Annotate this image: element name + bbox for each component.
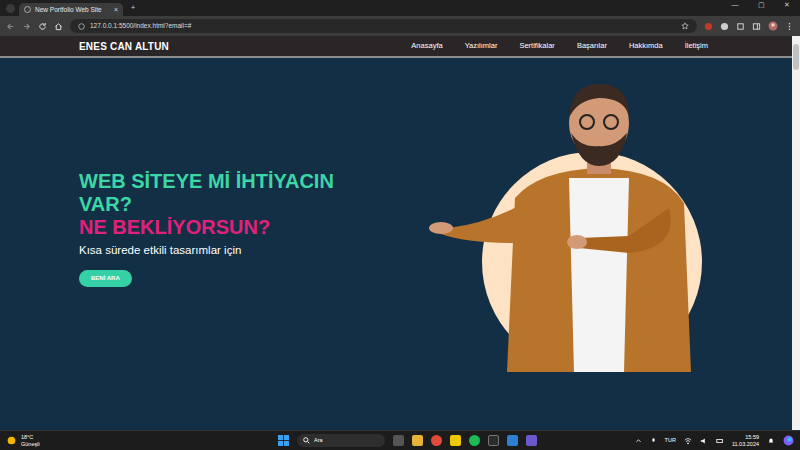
nav-link[interactable]: Yazılımlar (465, 40, 498, 51)
hero-section: WEB SİTEYE Mİ İHTİYACIN VAR? NE BEKLİYOR… (0, 58, 792, 430)
sidepanel-icon[interactable] (752, 22, 761, 31)
clock-date: 11.03.2024 (732, 441, 759, 447)
extension-icon[interactable] (704, 22, 713, 31)
nav-link[interactable]: İletişim (685, 40, 708, 51)
forward-icon[interactable] (22, 22, 31, 31)
hero-highlight: NE BEKLİYORSUN? (79, 216, 419, 239)
battery-icon[interactable] (716, 437, 724, 445)
nav-link[interactable]: Başarılar (577, 40, 607, 51)
windows-icon[interactable] (278, 435, 289, 446)
sun-icon (6, 435, 17, 446)
nav-links: Anasayfa Yazılımlar Sertifikalar Başarılar H… (411, 40, 708, 51)
scroll-thumb[interactable] (793, 44, 799, 70)
search-icon (303, 437, 310, 444)
hero-button[interactable]: BENİ ARA (79, 270, 132, 287)
search-text: Ara (314, 437, 323, 443)
browser-toolbar: 127.0.0.1:5500/index.html?email=# (0, 16, 800, 36)
clock-time: 15:59 (745, 434, 759, 440)
extension-icon[interactable] (720, 22, 729, 31)
new-tab-button[interactable]: + (131, 4, 135, 11)
window-controls: —▢✕ (722, 0, 800, 11)
hero-photo (429, 78, 719, 372)
tab-title: New Portfolio Web Site (35, 5, 110, 15)
profile-icon[interactable] (768, 21, 778, 31)
close-button[interactable]: ✕ (774, 0, 800, 11)
taskview-icon[interactable] (393, 435, 404, 446)
reload-icon[interactable] (38, 22, 47, 31)
taskbar-search[interactable]: Ara (297, 434, 385, 447)
bell-icon[interactable] (767, 437, 775, 445)
tab-strip: New Portfolio Web Site × + —▢✕ (0, 0, 800, 16)
globe-icon (24, 6, 31, 13)
minimize-button[interactable]: — (722, 0, 748, 11)
site-info-icon[interactable] (78, 23, 85, 30)
address-bar[interactable]: 127.0.0.1:5500/index.html?email=# (70, 19, 697, 33)
app-icon[interactable] (526, 435, 537, 446)
nav-link[interactable]: Anasayfa (411, 40, 442, 51)
address-text: 127.0.0.1:5500/index.html?email=# (90, 21, 191, 31)
hero-subtitle: Kısa sürede etkili tasarımlar için (79, 242, 419, 259)
clock[interactable]: 15:59 11.03.2024 (732, 434, 759, 446)
wifi-icon[interactable] (684, 437, 692, 445)
tab-close[interactable]: × (114, 6, 118, 13)
taskbar: 18°C Güneşli Ara TUR (0, 430, 800, 450)
menu-icon[interactable] (785, 22, 794, 31)
puzzle-icon[interactable] (736, 22, 745, 31)
nav-link[interactable]: Sertifikalar (519, 40, 554, 51)
spotify-icon[interactable] (469, 435, 480, 446)
site-navbar: ENES CAN ALTUN Anasayfa Yazılımlar Sertifi… (0, 36, 792, 58)
volume-icon[interactable] (700, 437, 708, 445)
terminal-icon[interactable] (488, 435, 499, 446)
weather-temp: 18°C (21, 434, 40, 440)
vscode-icon[interactable] (507, 435, 518, 446)
web-page: ENES CAN ALTUN Anasayfa Yazılımlar Sertifi… (0, 36, 800, 430)
weather-desc: Güneşli (21, 441, 40, 447)
browser-tab[interactable]: New Portfolio Web Site × (19, 3, 123, 16)
weather-widget[interactable]: 18°C Güneşli (6, 434, 278, 446)
hero-heading: WEB SİTEYE Mİ İHTİYACIN VAR? (79, 170, 379, 216)
language-indicator[interactable]: TUR (665, 437, 676, 443)
home-icon[interactable] (54, 22, 63, 31)
back-icon[interactable] (6, 22, 15, 31)
maximize-button[interactable]: ▢ (748, 0, 774, 11)
folder-icon[interactable] (412, 435, 423, 446)
copilot-icon[interactable] (783, 435, 794, 446)
nav-link[interactable]: Hakkımda (629, 40, 663, 51)
explorer-icon[interactable] (450, 435, 461, 446)
star-icon[interactable] (681, 22, 689, 30)
tray-up-icon[interactable] (635, 437, 642, 444)
chrome-icon[interactable] (431, 435, 442, 446)
tab-menu-icon[interactable] (6, 4, 15, 13)
browser-window: New Portfolio Web Site × + —▢✕ 127.0.0.1… (0, 0, 800, 450)
scrollbar[interactable] (792, 36, 800, 430)
mic-icon[interactable] (650, 437, 657, 445)
site-brand[interactable]: ENES CAN ALTUN (79, 39, 169, 54)
